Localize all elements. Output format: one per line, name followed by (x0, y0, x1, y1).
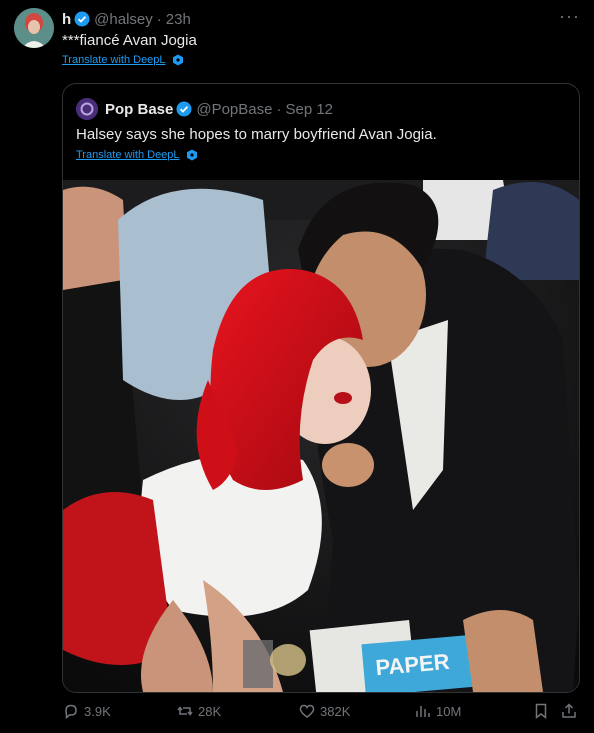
quote-verified-badge-icon (176, 101, 192, 117)
quote-text: Halsey says she hopes to marry boyfriend… (76, 126, 437, 143)
tweet-header: h @halsey · 23h (62, 10, 191, 28)
reply-button[interactable]: 3.9K (62, 702, 111, 720)
verified-badge-icon (74, 11, 90, 27)
quote-translate-link[interactable]: Translate with DeepL (76, 149, 198, 161)
reply-count: 3.9K (84, 703, 111, 719)
quote-deepl-icon (186, 149, 197, 161)
translate-link[interactable]: Translate with DeepL (62, 54, 184, 66)
like-button[interactable]: 382K (298, 702, 350, 720)
repost-button[interactable]: 28K (176, 702, 221, 720)
quote-header: Pop Base @PopBase · Sep 12 (76, 98, 333, 120)
quote-date[interactable]: Sep 12 (285, 101, 333, 118)
like-count: 382K (320, 703, 351, 719)
share-icon (562, 703, 576, 718)
bookmark-button[interactable] (532, 702, 554, 720)
quote-author-handle[interactable]: @PopBase (196, 101, 272, 118)
author-handle[interactable]: @halsey (94, 11, 153, 28)
quote-translate-label[interactable]: Translate with DeepL (76, 149, 180, 161)
repost-icon (177, 706, 193, 716)
tweet-time[interactable]: 23h (166, 11, 191, 28)
quote-separator-dot: · (276, 100, 282, 118)
share-button[interactable] (560, 702, 582, 720)
views-button[interactable]: 10M (414, 702, 461, 720)
repost-count: 28K (198, 703, 222, 719)
deepl-icon (172, 54, 183, 66)
views-count: 10M (436, 703, 462, 719)
translate-label[interactable]: Translate with DeepL (62, 54, 166, 66)
reply-icon (65, 704, 77, 720)
author-name[interactable]: h (62, 11, 71, 28)
action-bar: 3.9K 28K 382K 10M (62, 702, 582, 726)
author-avatar[interactable] (14, 8, 54, 48)
quote-photo[interactable]: PAPER (63, 180, 579, 692)
tweet-text: ***fiancé Avan Jogia (62, 32, 197, 49)
quote-author-name[interactable]: Pop Base (105, 101, 173, 118)
heart-icon (299, 704, 315, 718)
more-options-icon[interactable]: ··· (559, 6, 580, 27)
views-icon (416, 706, 430, 717)
separator-dot: · (156, 10, 162, 28)
quote-avatar[interactable] (76, 98, 98, 120)
quoted-tweet[interactable]: Pop Base @PopBase · Sep 12 Halsey says s… (62, 83, 580, 693)
bookmark-icon (535, 703, 547, 720)
